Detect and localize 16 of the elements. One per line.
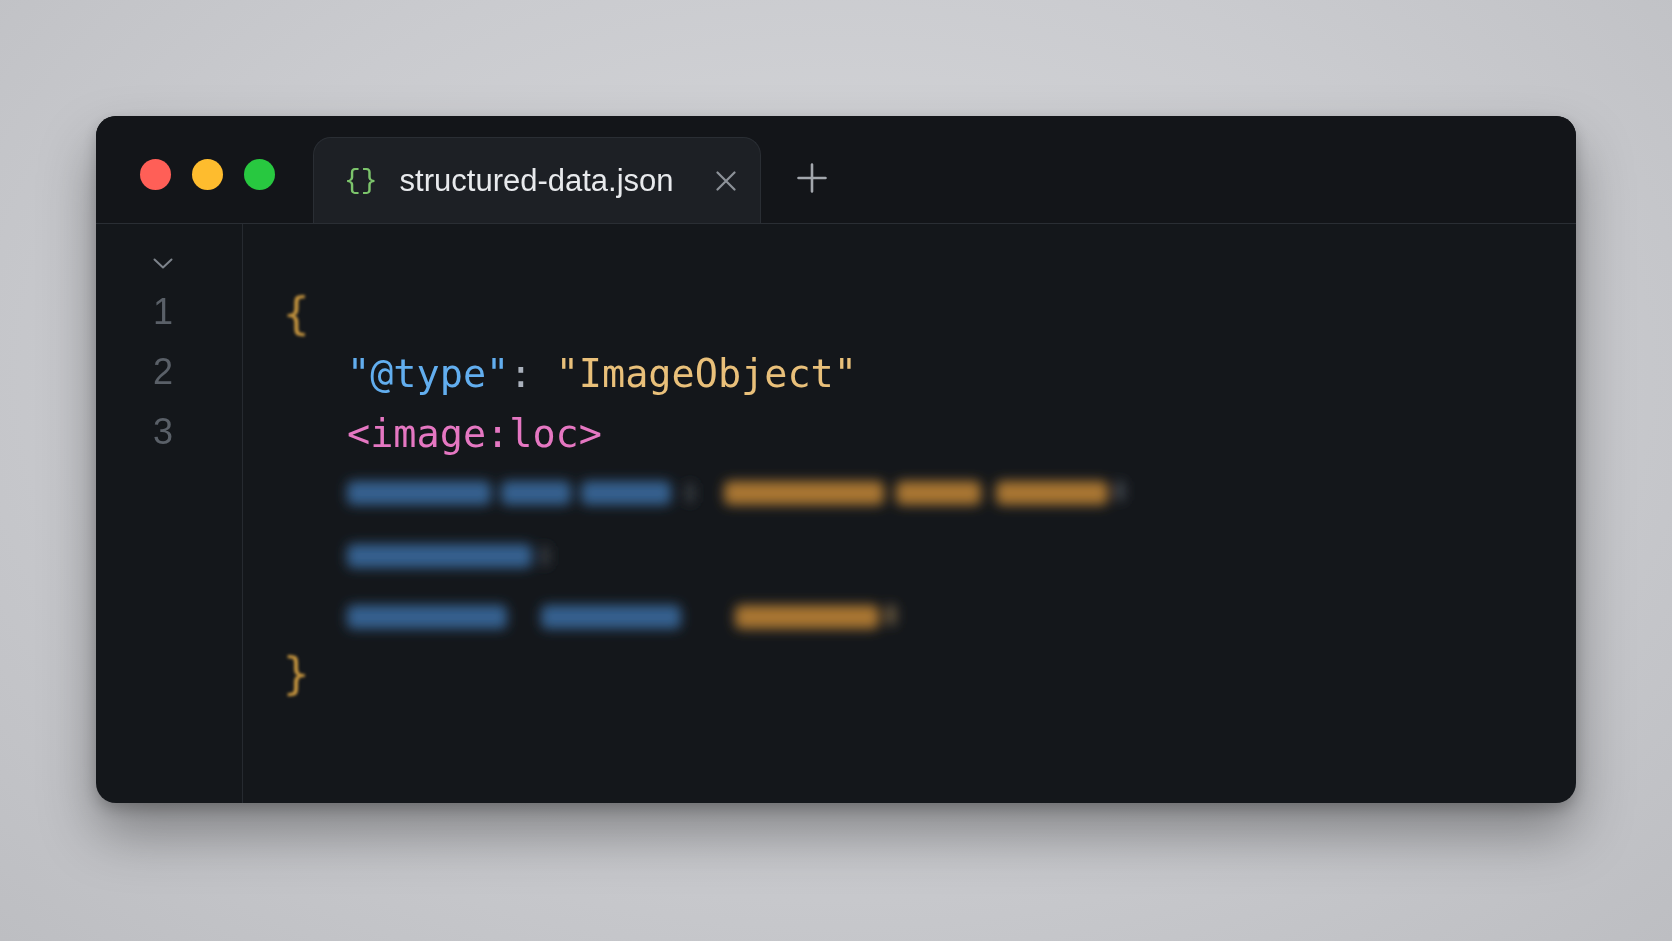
- code-line: <image:loc>: [347, 410, 602, 458]
- line-number: 3: [152, 410, 174, 454]
- line-number: 2: [152, 350, 174, 394]
- braces-icon: {}: [344, 166, 378, 195]
- file-tab[interactable]: {} structured-data.json: [313, 137, 761, 223]
- code-line: }: [283, 647, 310, 701]
- new-tab-button[interactable]: [796, 163, 827, 193]
- code-line: "@type": "ImageObject": [347, 350, 857, 398]
- line-number: 1: [152, 290, 174, 334]
- close-icon: [715, 170, 736, 191]
- close-window-button[interactable]: [140, 159, 171, 190]
- minimize-window-button[interactable]: [192, 159, 223, 190]
- code-line: {: [283, 287, 310, 341]
- plus-icon: [796, 163, 827, 193]
- zoom-window-button[interactable]: [244, 159, 275, 190]
- close-tab-button[interactable]: [713, 168, 738, 193]
